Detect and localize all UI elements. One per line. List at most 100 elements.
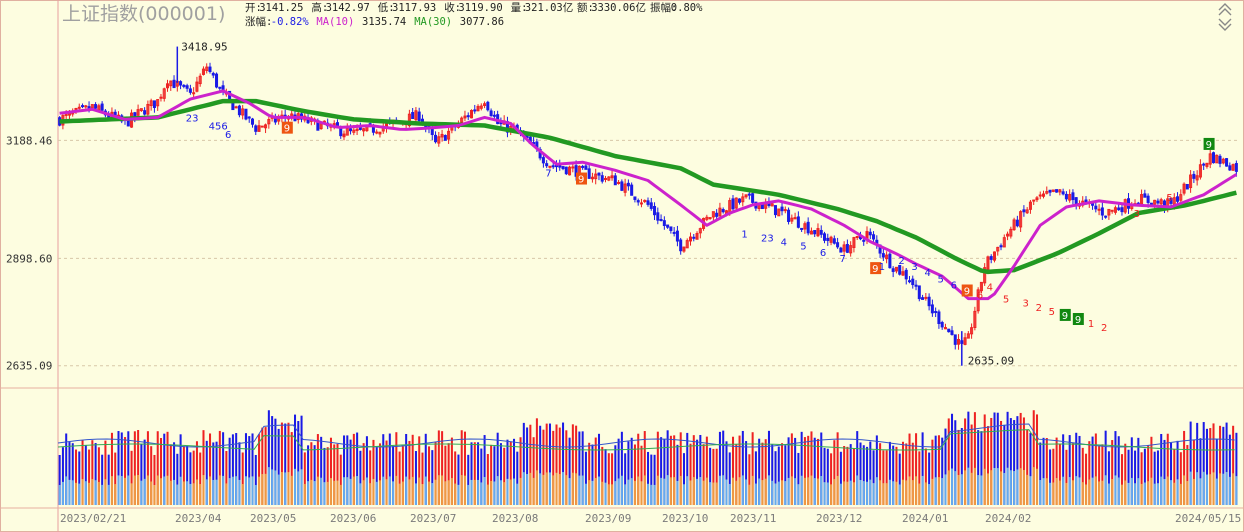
candle-body (548, 165, 552, 168)
volume-bar-inner (990, 470, 993, 505)
volume-bar-inner (1055, 478, 1058, 505)
volume-bar-inner (774, 483, 777, 505)
candle-body (218, 86, 222, 89)
info-open: 3141.25 (259, 2, 303, 14)
candle-body (819, 229, 823, 235)
volume-bar-inner (790, 476, 793, 505)
volume-bar-inner (1029, 476, 1032, 505)
volume-bar-inner (261, 474, 264, 505)
volume-bar-inner (65, 476, 68, 505)
candle-body (672, 231, 676, 234)
candle-body (375, 131, 379, 134)
candle-body (914, 284, 918, 287)
seq-mark: 5 (1003, 295, 1009, 306)
volume-bar-inner (496, 476, 499, 505)
volume-bar-inner (375, 481, 378, 505)
volume-bar-inner (647, 483, 650, 505)
volume-bar-inner (1179, 483, 1182, 505)
volume-bar-inner (1166, 476, 1169, 505)
volume-bar-inner (258, 476, 261, 505)
candle-body (630, 184, 634, 196)
zoom-arrows[interactable] (1218, 3, 1232, 31)
candle-body (796, 216, 800, 228)
volume-bar-inner (212, 479, 215, 505)
seq-mark: 5 (938, 274, 944, 285)
candle-body (143, 110, 147, 115)
seq-mark: 9 (284, 124, 290, 135)
volume-bar-inner (1065, 482, 1068, 505)
volume-bar-inner (483, 477, 486, 505)
volume-bar-inner (611, 484, 614, 505)
x-tick-label: 2024/01 (902, 512, 948, 525)
volume-bar-inner (947, 470, 950, 505)
volume-bar-inner (1232, 473, 1235, 505)
volume-bar-inner (470, 479, 473, 505)
volume-bar-inner (918, 483, 921, 505)
candle-body (917, 285, 921, 300)
candle-body (192, 92, 196, 95)
volume-bar-inner (552, 475, 555, 505)
volume-bar-inner (267, 467, 270, 505)
volume-bar-inner (1003, 472, 1006, 505)
volume-bar-inner (1052, 482, 1055, 505)
volume-bar-inner (519, 477, 522, 505)
volume-bar-inner (271, 469, 274, 505)
volume-bar-inner (418, 477, 421, 505)
volume-bar-inner (637, 476, 640, 505)
y-tick-label: 3188.46 (6, 134, 52, 147)
candle-body (855, 235, 859, 238)
volume-bar-inner (584, 483, 587, 505)
volume-bar-inner (565, 475, 568, 505)
volume-bar-inner (869, 479, 872, 505)
info-amt: 3330.06亿 (591, 1, 646, 14)
chevron-down-icon[interactable] (1218, 18, 1232, 31)
volume-bar-inner (951, 468, 954, 505)
volume-bar-inner (307, 481, 310, 505)
chart-stage: 3188.46 2898.60 2635.09 3418.95 2635.09 23 456… (0, 0, 1244, 532)
volume-bar-inner (421, 484, 424, 505)
volume-bar-inner (898, 484, 901, 505)
candle-body (659, 219, 663, 222)
volume-bar-inner (594, 478, 597, 505)
volume-bar-inner (725, 479, 728, 505)
candle-body (247, 116, 251, 119)
candle-body (653, 205, 657, 216)
candle-body (358, 127, 362, 130)
volume-bar-inner (980, 475, 983, 505)
candle-body (1100, 207, 1104, 216)
volume-bar-inner (905, 480, 908, 505)
volume-bar-inner (241, 483, 244, 505)
candle-body (947, 328, 951, 333)
candle-body (1117, 207, 1121, 211)
candle-body (1146, 195, 1150, 203)
x-tick-label: 2023/08 (492, 512, 538, 525)
volume-bar-inner (575, 473, 578, 505)
volume-bar-inner (856, 475, 859, 505)
volume-bar-inner (74, 482, 78, 505)
seq-mark: 1 (1088, 319, 1094, 330)
volume-bar-inner (1120, 484, 1124, 505)
candle-body (620, 181, 624, 191)
y-tick-label: 2898.60 (6, 252, 52, 265)
volume-bar-inner (225, 483, 228, 505)
candle-body (1228, 165, 1232, 171)
x-tick-label: 2023/10 (662, 512, 708, 525)
volume-bar-inner (1016, 469, 1019, 505)
volume-bar-inner (1209, 474, 1212, 505)
candle-body (999, 245, 1003, 248)
volume-bar-inner (414, 483, 417, 505)
candle-body (234, 106, 238, 109)
chevron-up-icon[interactable] (1218, 3, 1232, 16)
volume-bar-inner (895, 481, 898, 505)
candle-body (617, 181, 621, 184)
volume-bar-inner (159, 478, 163, 505)
volume-bar-inner (1176, 479, 1179, 505)
volume-bar-inner (94, 480, 97, 505)
volume-bar-inner (970, 472, 973, 505)
volume-bar-inner (915, 476, 918, 505)
volume-bar-inner (738, 477, 741, 505)
candle-body (215, 73, 219, 88)
volume-bar-inner (555, 472, 558, 505)
candle-body (1094, 205, 1098, 210)
volume-bar-inner (692, 477, 695, 505)
